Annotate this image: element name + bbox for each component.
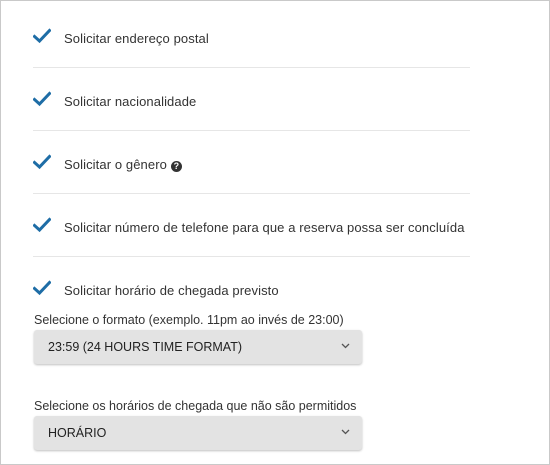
time-format-label: Selecione o formato (exemplo. 11pm ao in… <box>34 313 344 327</box>
disallowed-arrival-value: HORÁRIO <box>48 426 107 440</box>
time-format-select[interactable]: 23:59 (24 HOURS TIME FORMAT) <box>34 330 362 364</box>
option-row-gender[interactable]: Solicitar o gênero? <box>33 130 470 194</box>
checkmark-icon[interactable] <box>33 28 51 44</box>
disallowed-arrival-select[interactable]: HORÁRIO <box>34 416 362 450</box>
option-label-phone: Solicitar número de telefone para que a … <box>64 220 465 235</box>
checkmark-icon[interactable] <box>33 217 51 233</box>
chevron-down-icon <box>341 429 350 435</box>
option-row-nationality[interactable]: Solicitar nacionalidade <box>33 67 470 131</box>
chevron-down-icon <box>341 343 350 349</box>
option-label-nationality: Solicitar nacionalidade <box>64 94 197 109</box>
option-label-postal-address: Solicitar endereço postal <box>64 31 209 46</box>
option-label-arrival-time: Solicitar horário de chegada previsto <box>64 283 279 298</box>
disallowed-arrival-label: Selecione os horários de chegada que não… <box>34 399 357 413</box>
checkmark-icon[interactable] <box>33 91 51 107</box>
settings-panel: Solicitar endereço postal Solicitar naci… <box>0 0 550 465</box>
checkmark-icon[interactable] <box>33 280 51 296</box>
option-label-gender: Solicitar o gênero <box>64 157 167 172</box>
option-row-postal-address[interactable]: Solicitar endereço postal <box>33 4 470 68</box>
option-label-gender-wrap: Solicitar o gênero? <box>64 157 182 172</box>
question-circle-icon[interactable]: ? <box>170 161 182 172</box>
checkmark-icon[interactable] <box>33 154 51 170</box>
time-format-value: 23:59 (24 HOURS TIME FORMAT) <box>48 340 243 354</box>
option-row-arrival-time[interactable]: Solicitar horário de chegada previsto <box>33 256 470 319</box>
option-row-phone[interactable]: Solicitar número de telefone para que a … <box>33 193 470 257</box>
